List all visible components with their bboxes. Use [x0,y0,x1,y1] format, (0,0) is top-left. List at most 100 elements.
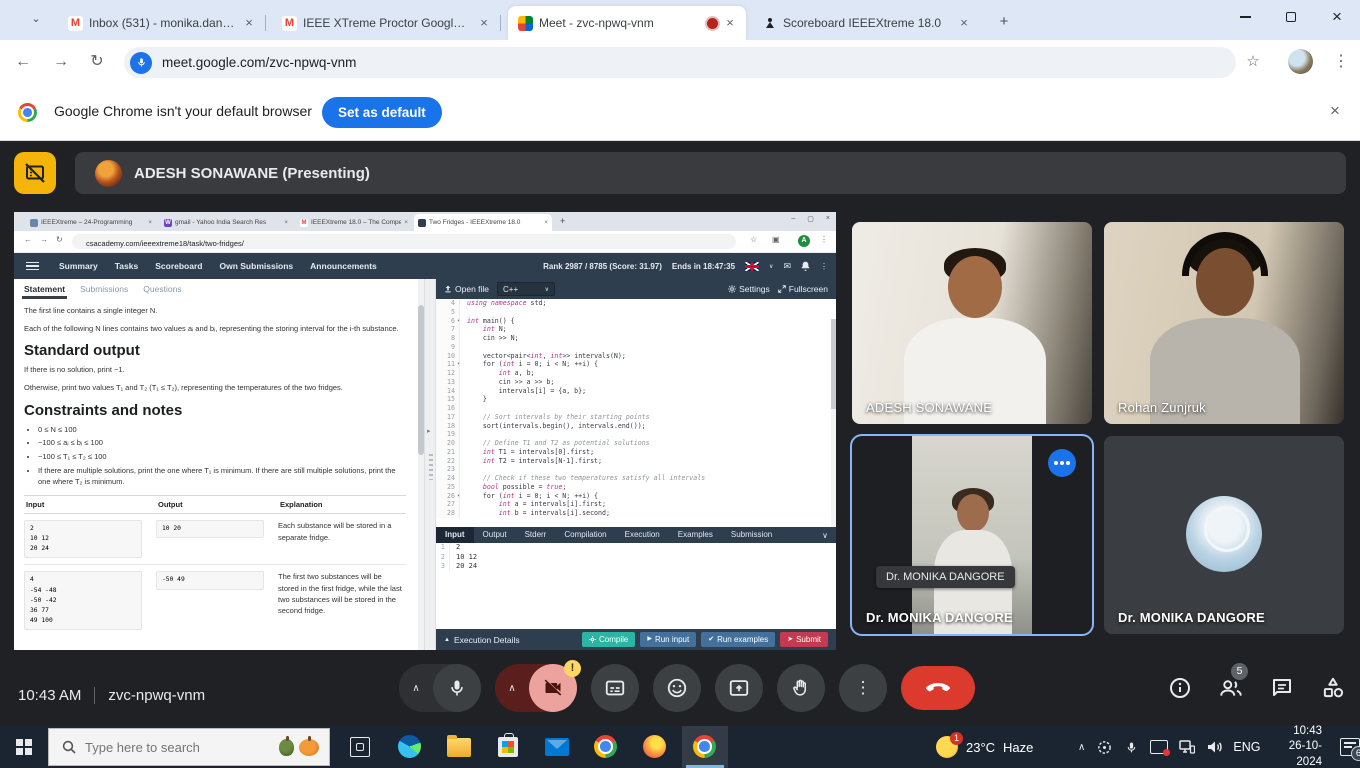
mic-tray-icon[interactable] [1123,737,1141,757]
present-icon [728,677,750,699]
camera-off-icon [543,678,563,698]
code-line: 21 int T1 = intervals[0].first; [436,448,836,457]
run-input-button: ▶Run input [640,632,696,647]
notification-center-button[interactable]: 6 [1340,737,1360,757]
mail-icon[interactable] [545,735,569,759]
start-button[interactable] [0,726,48,768]
bookmark-star-icon[interactable]: ☆ [1242,51,1264,73]
address-bar[interactable]: meet.google.com/zvc-npwq-vnm [124,47,1236,78]
ms-store-icon[interactable] [496,735,520,759]
statement-paragraph: If there is no solution, print −1. [24,364,404,376]
mic-options-chevron[interactable]: ∧ [399,683,433,694]
end-call-button[interactable] [901,666,975,710]
window-minimize-button[interactable] [1222,0,1268,34]
tile-options-button[interactable] [1048,449,1076,477]
video-tile-monika-2[interactable]: Dr. MONIKA DANGORE [1104,436,1344,634]
splitter-grip [429,454,433,480]
code-line: 24 // Check if these two temperatures sa… [436,474,836,483]
firefox-icon[interactable] [643,735,667,759]
new-tab-button[interactable]: + [994,12,1014,32]
chrome-icon[interactable] [594,735,618,759]
task-view-button[interactable] [348,735,372,759]
statement-paragraph: The first line contains a single integer… [24,305,404,317]
extension-icon: ▣ [772,235,780,244]
constraints-list: 0 ≤ N ≤ 100 −100 ≤ aᵢ ≤ bᵢ ≤ 100 −100 ≤ … [38,424,404,488]
participant-avatar [1186,496,1262,572]
shared-tab-active: Two Fridges - IEEEXtreme 18.0 × [414,214,552,231]
input-language[interactable]: ENG [1233,740,1260,754]
browser-tab-scoreboard[interactable]: Scoreboard IEEEXtreme 18.0 × [752,6,980,40]
video-tile-rohan[interactable]: Rohan Zunjruk [1104,222,1344,424]
mic-button[interactable] [433,664,481,712]
set-as-default-button[interactable]: Set as default [322,97,442,128]
more-options-button[interactable]: ⋮ [839,664,887,712]
shared-screen-surface[interactable]: IEEEXtreme – 24-Programming × W gmail - … [14,212,836,650]
activities-button[interactable] [1320,675,1346,701]
tab-submissions: Submissions [80,284,128,294]
code-line: 23 [436,465,836,474]
people-button[interactable]: 5 [1218,675,1244,701]
file-explorer-icon[interactable] [447,735,471,759]
gmail-icon: M [300,219,308,227]
screen-share-tray-icon[interactable] [1150,737,1168,757]
banner-close-icon[interactable]: × [1324,101,1346,121]
captions-button[interactable] [591,664,639,712]
browser-tab-inbox[interactable]: M Inbox (531) - monika.dangore@ × [58,6,265,40]
captions-icon [604,677,626,699]
search-input[interactable] [85,740,279,755]
presentation-off-icon[interactable] [14,152,56,194]
info-button[interactable] [1167,675,1193,701]
tab-search-icon[interactable]: ⌄ [28,12,44,28]
weather-temp: 23°C [966,740,995,755]
present-button[interactable] [715,664,763,712]
tab-close-icon[interactable]: × [722,15,738,31]
video-tile-monika[interactable]: Dr. MONIKA DANGORE Dr. MONIKA DANGORE [852,436,1092,634]
profile-avatar[interactable] [1288,49,1313,74]
tab-title: Scoreboard IEEEXtreme 18.0 [783,16,950,30]
forward-icon[interactable]: → [50,51,72,73]
edge-icon[interactable] [398,735,422,759]
video-tile-adesh[interactable]: ADESH SONAWANE [852,222,1092,424]
browser-menu-icon[interactable]: ⋮ [1330,51,1352,73]
tab-close-icon[interactable]: × [956,15,972,31]
name-tooltip: Dr. MONIKA DANGORE [876,566,1015,588]
tab-close-icon[interactable]: × [476,15,492,31]
chrome-running-app[interactable] [682,726,728,768]
window-restore-button[interactable] [1268,0,1314,34]
presenting-banner[interactable]: ADESH SONAWANE (Presenting) [75,152,1346,194]
camera-button-group[interactable]: ∧ ! [495,664,577,712]
taskbar-clock[interactable]: 10:43 26-10-2024 [1270,724,1322,768]
mic-button-group[interactable]: ∧ [399,664,481,712]
browser-tab-proctor[interactable]: M IEEE XTreme Proctor Google Me × [272,6,500,40]
window-close-button[interactable]: × [1314,0,1360,34]
tab-close-icon[interactable]: × [241,15,257,31]
network-tray-icon[interactable] [1178,737,1196,757]
camera-options-chevron[interactable]: ∧ [495,683,529,694]
windows-taskbar: 1 23°C Haze ∧ ENG 10:43 [0,726,1360,768]
back-icon[interactable]: ← [12,51,34,73]
presenter-name: ADESH SONAWANE (Presenting) [134,165,370,182]
browser-tab-meet-active[interactable]: Meet - zvc-npwq-vnm × [508,6,746,40]
examples-table: Input Output Explanation 2 10 12 20 24 1… [24,495,406,636]
nav-own-submissions: Own Submissions [219,261,293,271]
reactions-button[interactable] [653,664,701,712]
weather-widget[interactable]: 1 23°C Haze [936,726,1033,768]
volume-tray-icon[interactable] [1206,737,1224,757]
reload-icon[interactable]: ↻ [86,51,108,73]
taskbar-search[interactable] [48,728,330,766]
example-explanation: Each substance will be stored in a separ… [278,520,406,558]
mic-icon [447,678,467,698]
hidden-icons-chevron[interactable]: ∧ [1078,742,1085,753]
meet-icon [518,16,533,31]
col-explanation: Explanation [278,496,406,513]
execution-details-toggle: ▲ Execution Details [444,635,520,645]
camera-off-button[interactable]: ! [529,664,577,712]
run-examples-button: ✔Run examples [701,632,775,647]
raise-hand-button[interactable] [777,664,825,712]
shared-tab-title: IEEEXtreme 18.0 – The Competi [311,219,401,226]
editor-panel: Open file C++∨ Settings Fullscreen [436,279,836,650]
bookmark-star-icon: ☆ [750,235,757,244]
chat-button[interactable] [1269,675,1295,701]
snip-tray-icon[interactable] [1095,737,1113,757]
url-text: meet.google.com/zvc-npwq-vnm [162,55,356,70]
